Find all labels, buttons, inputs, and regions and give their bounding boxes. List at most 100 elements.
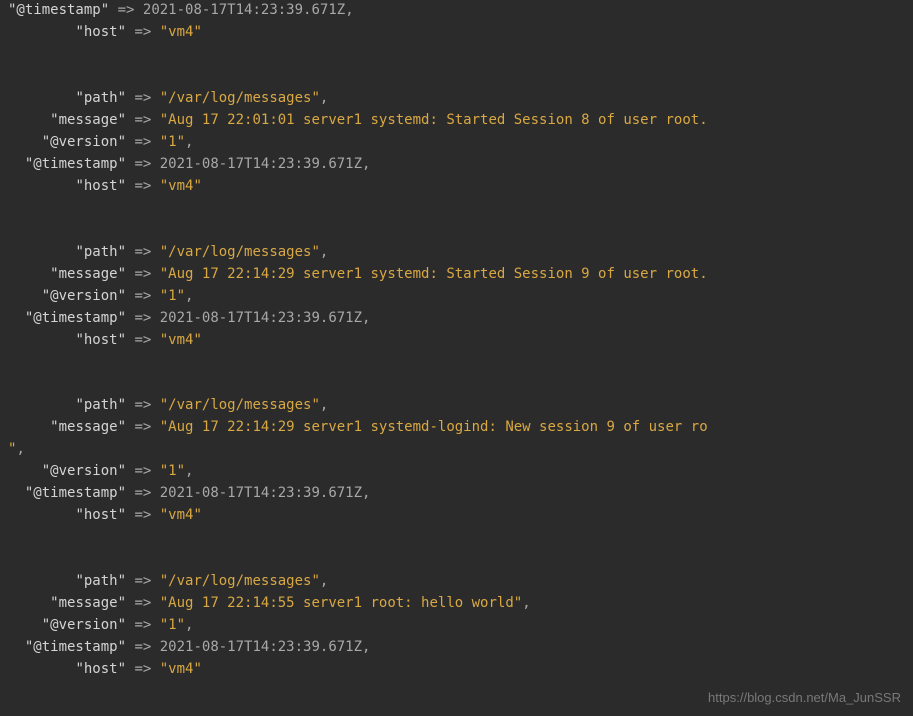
arrow: => — [134, 90, 151, 106]
comma: , — [362, 310, 370, 326]
log-line: "@timestamp" => 2021-08-17T14:23:39.671Z… — [8, 483, 905, 505]
key-timestamp: "@timestamp" — [25, 310, 126, 326]
key-host: "host" — [75, 178, 126, 194]
comma: , — [185, 288, 193, 304]
key-message: "message" — [50, 112, 126, 128]
watermark-text: https://blog.csdn.net/Ma_JunSSR — [708, 688, 901, 708]
key-host: "host" — [75, 661, 126, 677]
comma: , — [345, 2, 353, 18]
val-path: "/var/log/messages" — [160, 90, 320, 106]
key-timestamp: "@timestamp" — [8, 2, 109, 18]
log-line: "message" => "Aug 17 22:14:29 server1 sy… — [8, 417, 905, 439]
log-line: ", — [8, 439, 905, 461]
log-line: "@timestamp" => 2021-08-17T14:23:39.671Z… — [8, 637, 905, 659]
comma: , — [522, 595, 530, 611]
arrow: => — [134, 617, 151, 633]
arrow: => — [134, 288, 151, 304]
key-host: "host" — [75, 332, 126, 348]
blank-line — [8, 375, 16, 391]
val-timestamp: 2021-08-17T14:23:39.671Z — [160, 485, 362, 501]
blank-line — [8, 222, 16, 238]
comma: , — [185, 463, 193, 479]
val-path: "/var/log/messages" — [160, 573, 320, 589]
comma: , — [362, 156, 370, 172]
arrow: => — [134, 397, 151, 413]
key-host: "host" — [75, 507, 126, 523]
key-path: "path" — [75, 90, 126, 106]
arrow: => — [134, 244, 151, 260]
arrow: => — [134, 661, 151, 677]
arrow: => — [134, 266, 151, 282]
key-version: "@version" — [42, 134, 126, 150]
val-version: "1" — [160, 463, 185, 479]
val-path: "/var/log/messages" — [160, 397, 320, 413]
log-line: "@timestamp" => 2021-08-17T14:23:39.671Z… — [8, 308, 905, 330]
key-message: "message" — [50, 266, 126, 282]
arrow: => — [134, 463, 151, 479]
blank-line — [8, 68, 16, 84]
val-timestamp: 2021-08-17T14:23:39.671Z — [160, 639, 362, 655]
val-version: "1" — [160, 617, 185, 633]
arrow: => — [134, 332, 151, 348]
comma: , — [320, 90, 328, 106]
log-line: "@version" => "1", — [8, 132, 905, 154]
comma: , — [362, 639, 370, 655]
val-message: "Aug 17 22:14:29 server1 systemd: Starte… — [160, 266, 708, 282]
log-line: "@timestamp" => 2021-08-17T14:23:39.671Z… — [8, 0, 905, 22]
arrow: => — [134, 639, 151, 655]
log-line: "message" => "Aug 17 22:14:55 server1 ro… — [8, 593, 905, 615]
arrow: => — [134, 573, 151, 589]
log-line: "@timestamp" => 2021-08-17T14:23:39.671Z… — [8, 154, 905, 176]
comma: , — [320, 573, 328, 589]
arrow: => — [134, 595, 151, 611]
arrow: => — [118, 2, 135, 18]
key-path: "path" — [75, 397, 126, 413]
key-message: "message" — [50, 595, 126, 611]
log-line: "host" => "vm4" — [8, 505, 905, 527]
comma: , — [320, 397, 328, 413]
val-message: "Aug 17 22:14:29 server1 systemd-logind:… — [160, 419, 708, 435]
key-host: "host" — [75, 24, 126, 40]
log-line: "message" => "Aug 17 22:14:29 server1 sy… — [8, 264, 905, 286]
arrow: => — [134, 112, 151, 128]
val-host: "vm4" — [160, 507, 202, 523]
key-timestamp: "@timestamp" — [25, 485, 126, 501]
val-host: "vm4" — [160, 178, 202, 194]
log-line: "@version" => "1", — [8, 461, 905, 483]
val-message: "Aug 17 22:14:55 server1 root: hello wor… — [160, 595, 522, 611]
log-line: "path" => "/var/log/messages", — [8, 242, 905, 264]
comma: , — [362, 485, 370, 501]
key-version: "@version" — [42, 288, 126, 304]
comma: , — [185, 617, 193, 633]
log-line: "host" => "vm4" — [8, 176, 905, 198]
blank-line — [8, 551, 16, 567]
key-timestamp: "@timestamp" — [25, 156, 126, 172]
key-version: "@version" — [42, 463, 126, 479]
key-version: "@version" — [42, 617, 126, 633]
log-line: "message" => "Aug 17 22:01:01 server1 sy… — [8, 110, 905, 132]
log-line: "host" => "vm4" — [8, 659, 905, 681]
val-message: "Aug 17 22:01:01 server1 systemd: Starte… — [160, 112, 708, 128]
key-path: "path" — [75, 573, 126, 589]
val-version: "1" — [160, 288, 185, 304]
val-timestamp: 2021-08-17T14:23:39.671Z — [160, 310, 362, 326]
arrow: => — [134, 156, 151, 172]
key-timestamp: "@timestamp" — [25, 639, 126, 655]
log-line: "host" => "vm4" — [8, 330, 905, 352]
terminal-output: "@timestamp" => 2021-08-17T14:23:39.671Z… — [0, 0, 913, 681]
log-line: "@version" => "1", — [8, 615, 905, 637]
val-host: "vm4" — [160, 332, 202, 348]
arrow: => — [134, 134, 151, 150]
val-path: "/var/log/messages" — [160, 244, 320, 260]
log-line: "path" => "/var/log/messages", — [8, 571, 905, 593]
val-host: "vm4" — [160, 24, 202, 40]
arrow: => — [134, 24, 151, 40]
arrow: => — [134, 485, 151, 501]
val-timestamp: 2021-08-17T14:23:39.671Z — [160, 156, 362, 172]
log-line: "path" => "/var/log/messages", — [8, 88, 905, 110]
arrow: => — [134, 507, 151, 523]
comma: , — [185, 134, 193, 150]
arrow: => — [134, 419, 151, 435]
val-version: "1" — [160, 134, 185, 150]
log-line: "host" => "vm4" — [8, 22, 905, 44]
